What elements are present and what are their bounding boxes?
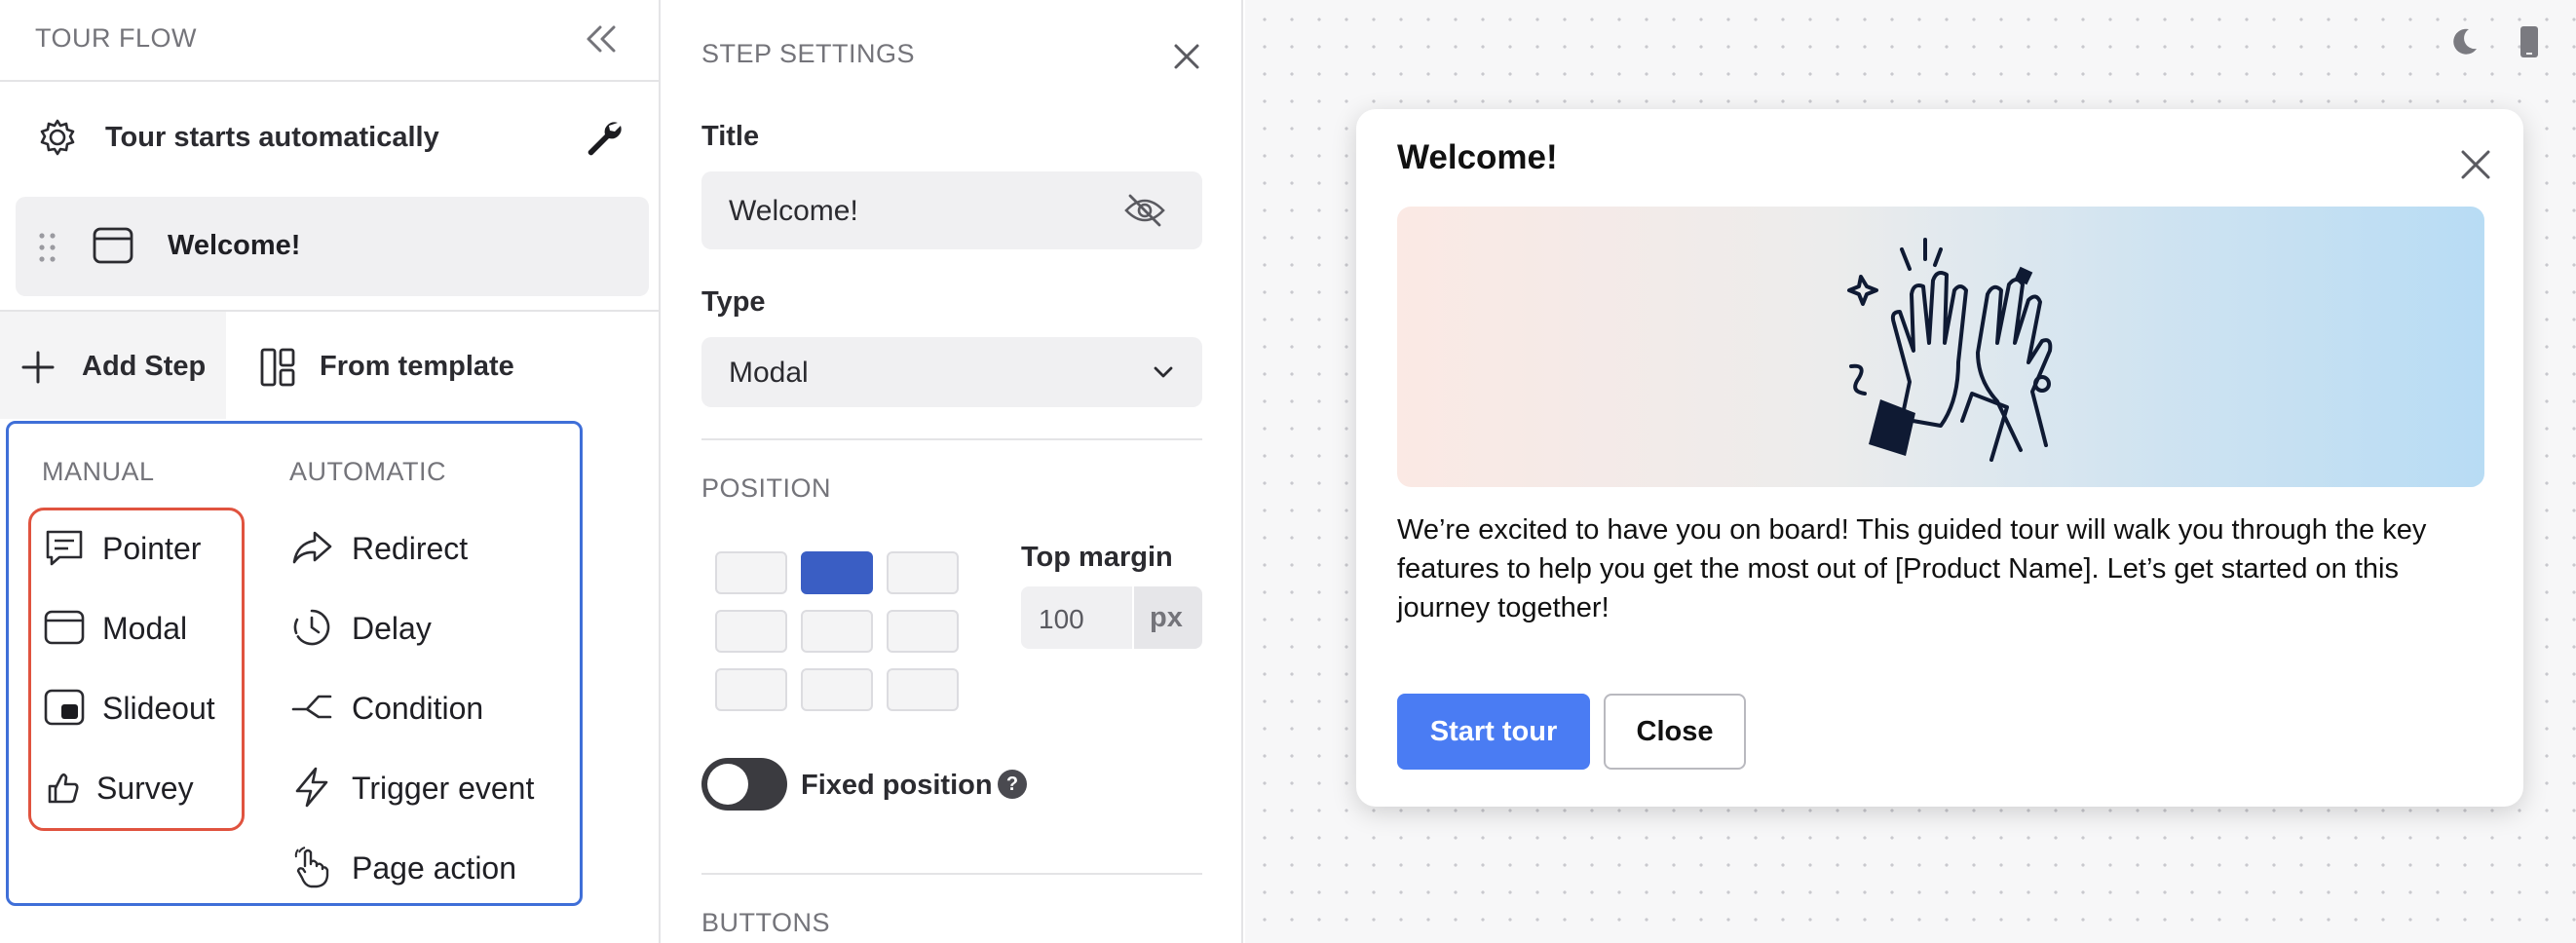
fixed-position-toggle[interactable] xyxy=(701,758,787,811)
menu-item-label: Redirect xyxy=(352,531,469,566)
hand-pointer-icon xyxy=(289,845,334,889)
from-template-label: From template xyxy=(320,351,514,382)
position-grid xyxy=(715,551,963,721)
high-five-illustration xyxy=(1847,238,2053,462)
autostart-label: Tour starts automatically xyxy=(105,122,439,153)
close-icon[interactable] xyxy=(1167,37,1206,76)
position-top-center[interactable] xyxy=(801,551,873,594)
divider xyxy=(701,873,1202,875)
gear-icon xyxy=(35,115,80,160)
divider xyxy=(701,438,1202,440)
menu-item-label: Pointer xyxy=(102,531,202,566)
automatic-title: AUTOMATIC xyxy=(289,457,447,486)
autostart-row: Tour starts automatically xyxy=(0,101,659,173)
menu-item-condition[interactable]: Condition xyxy=(289,677,562,736)
position-bottom-center[interactable] xyxy=(801,668,873,711)
type-select-value: Modal xyxy=(729,357,809,389)
position-middle-center[interactable] xyxy=(801,610,873,653)
welcome-banner xyxy=(1397,207,2484,487)
menu-item-delay[interactable]: Delay xyxy=(289,597,562,656)
top-margin-unit: px xyxy=(1134,586,1202,649)
type-field-label: Type xyxy=(701,286,766,318)
template-icon xyxy=(259,347,296,388)
double-chevron-left-icon[interactable] xyxy=(581,18,620,60)
redirect-icon xyxy=(289,525,334,570)
buttons-title: BUTTONS xyxy=(701,908,831,937)
top-margin-value: 100 xyxy=(1039,604,1084,634)
position-middle-right[interactable] xyxy=(887,610,959,653)
modal-icon xyxy=(90,222,136,269)
menu-item-label: Delay xyxy=(352,611,432,646)
position-bottom-left[interactable] xyxy=(715,668,787,711)
title-field-label: Title xyxy=(701,121,760,152)
title-field[interactable]: Welcome! xyxy=(701,171,1202,249)
drag-handle-icon[interactable] xyxy=(37,231,58,264)
lightning-icon xyxy=(289,765,334,810)
position-title: POSITION xyxy=(701,473,832,503)
preview-modal: Welcome! We’re excited to have you on bo… xyxy=(1356,109,2523,807)
plus-icon xyxy=(19,349,57,386)
wrench-icon[interactable] xyxy=(581,115,625,160)
menu-item-redirect[interactable]: Redirect xyxy=(289,517,562,576)
menu-item-modal[interactable]: Modal xyxy=(42,597,237,656)
type-select[interactable]: Modal xyxy=(701,337,1202,407)
survey-icon xyxy=(42,765,87,810)
menu-item-trigger-event[interactable]: Trigger event xyxy=(289,757,572,815)
pointer-icon xyxy=(42,525,87,570)
modal-title: Welcome! xyxy=(1397,138,1558,176)
menu-item-label: Survey xyxy=(96,771,194,806)
modal-body-text: We’re excited to have you on board! This… xyxy=(1397,514,2427,623)
close-icon[interactable] xyxy=(2455,144,2496,185)
menu-item-label: Modal xyxy=(102,611,188,646)
help-icon[interactable]: ? xyxy=(998,770,1027,799)
add-step-button[interactable]: Add Step xyxy=(0,312,226,419)
position-top-right[interactable] xyxy=(887,551,959,594)
mobile-preview-icon[interactable] xyxy=(2514,23,2545,60)
top-margin-input[interactable]: 100 xyxy=(1021,586,1132,649)
close-button[interactable]: Close xyxy=(1604,694,1746,770)
menu-item-pointer[interactable]: Pointer xyxy=(42,517,237,576)
menu-item-label: Trigger event xyxy=(352,771,535,806)
menu-item-label: Condition xyxy=(352,691,484,726)
fixed-position-label: Fixed position xyxy=(801,770,993,801)
step-settings-title: STEP SETTINGS xyxy=(701,39,916,68)
menu-item-page-action[interactable]: Page action xyxy=(289,837,572,895)
tour-flow-panel: TOUR FLOW Tour starts automatically Welc… xyxy=(0,0,661,943)
tour-flow-title: TOUR FLOW xyxy=(35,23,197,53)
moon-icon[interactable] xyxy=(2447,25,2481,58)
add-step-menu: MANUAL AUTOMATIC Pointer Modal Slideout xyxy=(6,421,583,906)
start-tour-button[interactable]: Start tour xyxy=(1397,694,1590,770)
step-label: Welcome! xyxy=(168,230,301,261)
title-field-value: Welcome! xyxy=(729,195,858,227)
tour-flow-header: TOUR FLOW xyxy=(0,0,659,82)
menu-item-survey[interactable]: Survey xyxy=(42,757,237,815)
add-step-label: Add Step xyxy=(82,351,207,382)
from-template-button[interactable]: From template xyxy=(230,312,561,419)
position-bottom-right[interactable] xyxy=(887,668,959,711)
step-settings-panel: STEP SETTINGS Title Welcome! Type Modal … xyxy=(663,0,1243,943)
manual-title: MANUAL xyxy=(42,457,155,486)
position-middle-left[interactable] xyxy=(715,610,787,653)
chevron-down-icon xyxy=(1146,355,1181,390)
menu-item-slideout[interactable]: Slideout xyxy=(42,677,237,736)
top-margin-unit-label: px xyxy=(1150,602,1183,633)
menu-item-label: Slideout xyxy=(102,691,215,726)
modal-icon xyxy=(42,605,87,650)
menu-item-label: Page action xyxy=(352,850,517,886)
eye-off-icon[interactable] xyxy=(1122,191,1167,230)
top-margin-label: Top margin xyxy=(1021,542,1173,573)
slideout-icon xyxy=(42,685,87,730)
step-card-welcome[interactable]: Welcome! xyxy=(16,197,649,296)
position-top-left[interactable] xyxy=(715,551,787,594)
toggle-knob xyxy=(707,764,748,805)
delay-icon xyxy=(289,605,334,650)
condition-icon xyxy=(289,685,334,730)
